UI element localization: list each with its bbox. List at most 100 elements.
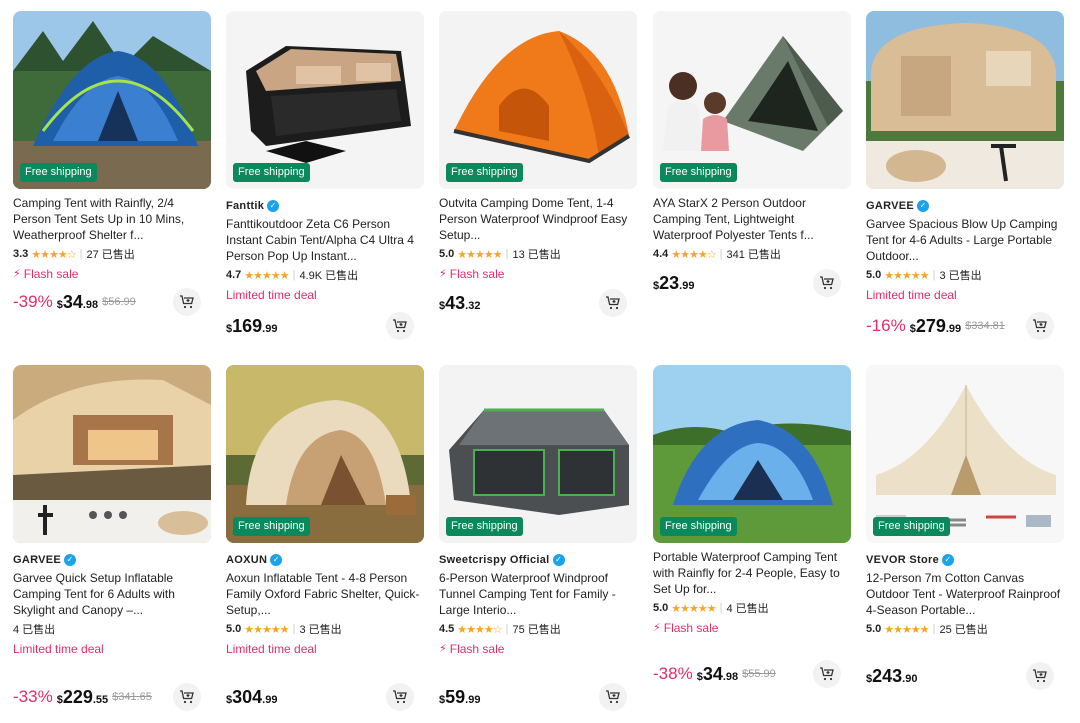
price: $59.99 — [439, 686, 481, 707]
product-card[interactable]: Free shipping Camping Tent with Rainfly,… — [13, 11, 211, 316]
price-cents: .98 — [82, 298, 99, 311]
lightning-icon: ⚡ — [439, 643, 447, 655]
add-to-cart-button[interactable] — [173, 288, 201, 316]
product-title[interactable]: AYA StarX 2 Person Outdoor Camping Tent,… — [653, 195, 851, 243]
rating-row: 5.0 ★★★★★ | 13 已售出 — [439, 246, 637, 262]
store-name[interactable]: AOXUN ✓ — [226, 552, 424, 567]
product-image[interactable]: Free shipping — [226, 365, 424, 543]
add-to-cart-button[interactable] — [1026, 662, 1054, 690]
product-card[interactable]: Free shipping AYA StarX 2 Person Outdoor… — [653, 11, 851, 297]
product-image[interactable]: Free shipping — [653, 365, 851, 543]
divider: | — [719, 602, 723, 614]
rating-row: 5.0 ★★★★★ | 3 已售出 — [866, 267, 1064, 283]
promo-label: ⚡ Flash sale — [653, 620, 851, 635]
price-row: -38% $34.98 $55.99 — [653, 659, 851, 689]
store-label: VEVOR Store — [866, 553, 939, 566]
divider: | — [292, 623, 296, 635]
product-title[interactable]: Outvita Camping Dome Tent, 1-4 Person Wa… — [439, 195, 637, 243]
product-image[interactable] — [866, 11, 1064, 189]
star-rating-icon: ★★★★★ — [671, 602, 716, 615]
price-cents: .99 — [945, 322, 962, 335]
add-to-cart-button[interactable] — [386, 312, 414, 340]
promo-label: ⚡ Flash sale — [13, 266, 211, 281]
price-whole: 304 — [232, 686, 263, 707]
product-image[interactable]: Free shipping — [653, 11, 851, 189]
store-name[interactable]: Sweetcrispy Official ✓ — [439, 552, 637, 567]
product-image[interactable]: Free shipping — [439, 11, 637, 189]
product-title[interactable]: Camping Tent with Rainfly, 2/4 Person Te… — [13, 195, 211, 243]
product-title[interactable]: Fanttikoutdoor Zeta C6 Person Instant Ca… — [226, 216, 424, 264]
price-row: $243.90 — [866, 661, 1064, 691]
discount-percent: -33% — [13, 687, 53, 706]
store-label: GARVEE — [13, 553, 62, 566]
product-card[interactable]: Free shipping Fanttik ✓ Fanttikoutdoor Z… — [226, 11, 424, 340]
price-whole: 43 — [445, 292, 466, 313]
store-name[interactable]: VEVOR Store ✓ — [866, 552, 1064, 567]
sold-count: 341 已售出 — [726, 249, 781, 261]
free-shipping-badge: Free shipping — [660, 516, 737, 536]
free-shipping-badge: Free shipping — [446, 516, 523, 536]
product-card[interactable]: GARVEE ✓ Garvee Spacious Blow Up Camping… — [866, 11, 1064, 340]
price-whole: 59 — [445, 686, 466, 707]
add-to-cart-button[interactable] — [386, 683, 414, 711]
rating-score: 5.0 — [439, 248, 455, 260]
rating-row: 3.3 ★★★★☆ | 27 已售出 — [13, 246, 211, 262]
store-name[interactable]: Fanttik ✓ — [226, 198, 424, 213]
product-card[interactable]: GARVEE ✓ Garvee Quick Setup Inflatable C… — [13, 365, 211, 711]
product-image[interactable]: Free shipping — [226, 11, 424, 189]
rating-score: 4.7 — [226, 269, 242, 281]
add-to-cart-button[interactable] — [599, 289, 627, 317]
price-row: -39% $34.98 $56.99 — [13, 287, 211, 317]
discount-percent: -16% — [866, 316, 906, 335]
add-to-cart-button[interactable] — [813, 269, 841, 297]
product-image[interactable]: Free shipping — [439, 365, 637, 543]
price-cents: .55 — [92, 693, 109, 706]
price-whole: 229 — [62, 686, 93, 707]
free-shipping-badge: Free shipping — [233, 516, 310, 536]
price-cents: .98 — [722, 670, 739, 683]
verified-check-icon: ✓ — [942, 553, 954, 566]
free-shipping-badge: Free shipping — [233, 162, 310, 182]
product-title[interactable]: 6-Person Waterproof Windproof Tunnel Cam… — [439, 570, 637, 618]
rating-score: 5.0 — [653, 602, 669, 614]
rating-row: 4.7 ★★★★★ | 4.9K 已售出 — [226, 267, 424, 283]
price: $169.99 — [226, 315, 278, 336]
product-image[interactable]: Free shipping — [13, 11, 211, 189]
add-to-cart-button[interactable] — [173, 683, 201, 711]
product-card[interactable]: Free shipping Sweetcrispy Official ✓ 6-P… — [439, 365, 637, 711]
product-image[interactable] — [13, 365, 211, 543]
add-to-cart-icon — [820, 276, 834, 290]
store-name[interactable]: GARVEE ✓ — [866, 198, 1064, 213]
product-card[interactable]: Free shipping Portable Waterproof Campin… — [653, 365, 851, 688]
rating-row: 5.0 ★★★★★ | 25 已售出 — [866, 621, 1064, 637]
product-title[interactable]: Aoxun Inflatable Tent - 4-8 Person Famil… — [226, 570, 424, 618]
verified-check-icon: ✓ — [270, 553, 283, 566]
sold-count: 75 已售出 — [512, 624, 561, 636]
product-title[interactable]: Portable Waterproof Camping Tent with Ra… — [653, 549, 851, 597]
add-to-cart-button[interactable] — [813, 660, 841, 688]
product-card[interactable]: Free shipping Outvita Camping Dome Tent,… — [439, 11, 637, 317]
divider: | — [505, 248, 509, 260]
product-card[interactable]: Free shipping VEVOR Store ✓ 12-Person 7m… — [866, 365, 1064, 690]
add-to-cart-button[interactable] — [599, 683, 627, 711]
free-shipping-badge: Free shipping — [660, 162, 737, 182]
product-title[interactable]: Garvee Spacious Blow Up Camping Tent for… — [866, 216, 1064, 264]
star-rating-icon: ★★★★☆ — [31, 248, 76, 261]
rating-score: 5.0 — [866, 269, 882, 281]
price-row: -16% $279.99 $334.81 — [866, 311, 1064, 341]
promo-text: Flash sale — [663, 620, 719, 635]
lightning-icon: ⚡ — [13, 268, 21, 280]
product-card[interactable]: Free shipping AOXUN ✓ Aoxun Inflatable T… — [226, 365, 424, 711]
product-title[interactable]: Garvee Quick Setup Inflatable Camping Te… — [13, 570, 211, 618]
star-rating-icon: ★★★★★ — [457, 248, 502, 261]
product-title[interactable]: 12-Person 7m Cotton Canvas Outdoor Tent … — [866, 570, 1064, 618]
add-to-cart-icon — [393, 319, 407, 333]
original-price: $56.99 — [102, 296, 136, 308]
price-row: $59.99 — [439, 682, 637, 712]
rating-row: 4.5 ★★★★☆ | 75 已售出 — [439, 621, 637, 637]
lightning-icon: ⚡ — [653, 622, 661, 634]
store-name[interactable]: GARVEE ✓ — [13, 552, 211, 567]
add-to-cart-button[interactable] — [1026, 312, 1054, 340]
product-image[interactable]: Free shipping — [866, 365, 1064, 543]
divider: | — [932, 623, 936, 635]
